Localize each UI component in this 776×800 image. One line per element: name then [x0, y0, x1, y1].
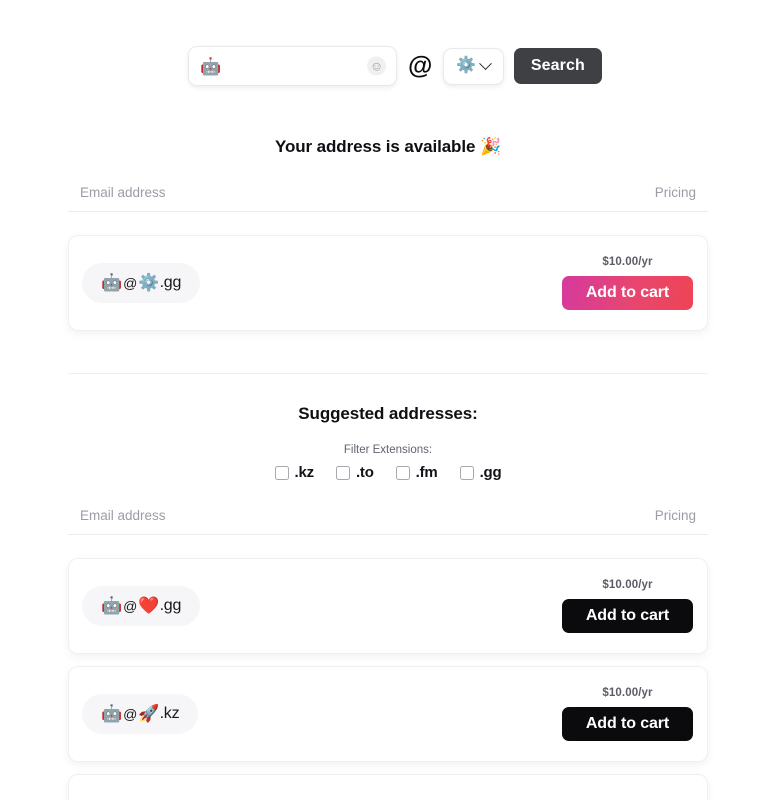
search-input[interactable]: 🤖 ☺: [188, 46, 397, 86]
table-row: 🤖 @ 🚀 .kz $10.00/yr Add to cart: [68, 666, 708, 762]
at-separator: @: [123, 275, 138, 291]
suggested-table-header: Email address Pricing: [68, 508, 708, 535]
suggested-heading: Suggested addresses:: [298, 404, 478, 423]
filter-extensions-label: Filter Extensions:: [343, 444, 433, 456]
filter-label-kz: .kz: [294, 464, 315, 481]
price-and-cart: $10.00/yr Add to cart: [562, 579, 693, 633]
filter-label-gg: .gg: [479, 464, 502, 481]
tld-label: .gg: [159, 597, 182, 614]
table-row: 🤖 @ ❤️ .gg $10.00/yr Add to cart: [68, 558, 708, 654]
domain-emoji: ❤️: [138, 596, 160, 615]
at-separator: @: [123, 598, 138, 614]
add-to-cart-button[interactable]: Add to cart: [562, 276, 693, 310]
at-separator: @: [123, 706, 138, 722]
table-row: 🤖 @: [68, 774, 708, 800]
domain-emoji-select[interactable]: ⚙️: [442, 47, 504, 85]
results-table-header: Email address Pricing: [68, 185, 708, 212]
checkbox-fm[interactable]: [395, 465, 410, 480]
domain-emoji: 🚀: [138, 704, 160, 723]
price-label: $10.00/yr: [602, 687, 653, 699]
email-address-pill: 🤖 @ ⚙️ .gg: [82, 263, 201, 303]
filter-item-fm[interactable]: .fm: [395, 464, 438, 481]
domain-emoji: ⚙️: [138, 273, 160, 292]
local-part-emoji: 🤖: [101, 596, 123, 615]
section-divider: [68, 373, 708, 374]
emoji-picker-icon[interactable]: ☺: [367, 56, 386, 76]
filter-label-fm: .fm: [415, 464, 438, 481]
search-button[interactable]: Search: [513, 48, 602, 84]
add-to-cart-button[interactable]: Add to cart: [562, 599, 693, 633]
local-part-emoji: 🤖: [101, 273, 123, 292]
price-label: $10.00/yr: [602, 579, 653, 591]
price-and-cart: $10.00/yr Add to cart: [562, 687, 693, 741]
search-input-value: 🤖: [200, 56, 222, 76]
checkbox-to[interactable]: [335, 465, 350, 480]
column-header-pricing: Pricing: [654, 185, 696, 200]
add-to-cart-button[interactable]: Add to cart: [562, 707, 693, 741]
page-root: 🤖 ☺ @ ⚙️ Search Your address is availabl…: [0, 0, 776, 800]
filter-item-to[interactable]: .to: [335, 464, 374, 481]
email-address-pill: 🤖 @ ❤️ .gg: [82, 586, 201, 626]
local-part-emoji: 🤖: [101, 704, 123, 723]
gear-icon: ⚙️: [456, 57, 477, 74]
column-header-pricing: Pricing: [654, 508, 696, 523]
price-label: $10.00/yr: [602, 256, 653, 268]
filter-label-to: .to: [355, 464, 374, 481]
checkbox-kz[interactable]: [274, 465, 289, 480]
checkbox-gg[interactable]: [459, 465, 474, 480]
search-bar: 🤖 ☺ @ ⚙️ Search: [0, 0, 776, 86]
availability-heading: Your address is available 🎉: [274, 137, 502, 156]
column-header-email: Email address: [80, 185, 166, 200]
primary-result-card: 🤖 @ ⚙️ .gg $10.00/yr Add to cart: [68, 235, 708, 331]
column-header-email: Email address: [80, 508, 166, 523]
at-symbol: @: [408, 51, 432, 80]
price-and-cart: $10.00/yr Add to cart: [562, 256, 693, 310]
tld-label: .gg: [159, 274, 182, 291]
email-address-pill: 🤖 @ 🚀 .kz: [82, 694, 199, 734]
chevron-down-icon: [479, 56, 493, 70]
filter-item-kz[interactable]: .kz: [274, 464, 315, 481]
filter-item-gg[interactable]: .gg: [459, 464, 502, 481]
tld-label: .kz: [159, 705, 180, 722]
filter-extensions-row: .kz .to .fm .gg: [0, 464, 776, 481]
